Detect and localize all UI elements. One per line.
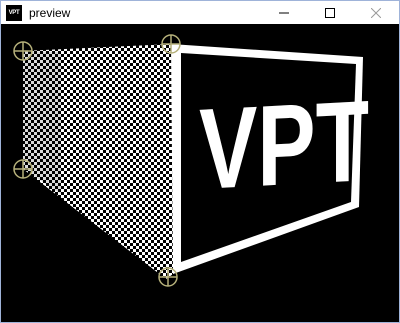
- preview-viewport[interactable]: VPT: [1, 24, 399, 322]
- minimize-icon: [279, 8, 289, 18]
- handle-bottom-right[interactable]: [158, 267, 178, 287]
- handle-bottom-left[interactable]: [13, 159, 33, 179]
- app-icon: VPT: [6, 4, 22, 21]
- close-icon: [371, 7, 381, 18]
- window-controls: [261, 1, 399, 24]
- close-button[interactable]: [353, 1, 399, 24]
- handle-top-left[interactable]: [13, 41, 33, 61]
- preview-window: VPT preview VPT: [0, 0, 400, 323]
- minimize-button[interactable]: [261, 1, 307, 24]
- window-title: preview: [29, 5, 71, 20]
- vpt-logo-text: VPT: [199, 75, 369, 213]
- maximize-button[interactable]: [307, 1, 353, 24]
- handle-top-right[interactable]: [161, 34, 181, 54]
- title-bar[interactable]: VPT preview: [1, 1, 399, 24]
- maximize-icon: [325, 7, 335, 18]
- vpt-logo-panel: VPT: [171, 44, 369, 274]
